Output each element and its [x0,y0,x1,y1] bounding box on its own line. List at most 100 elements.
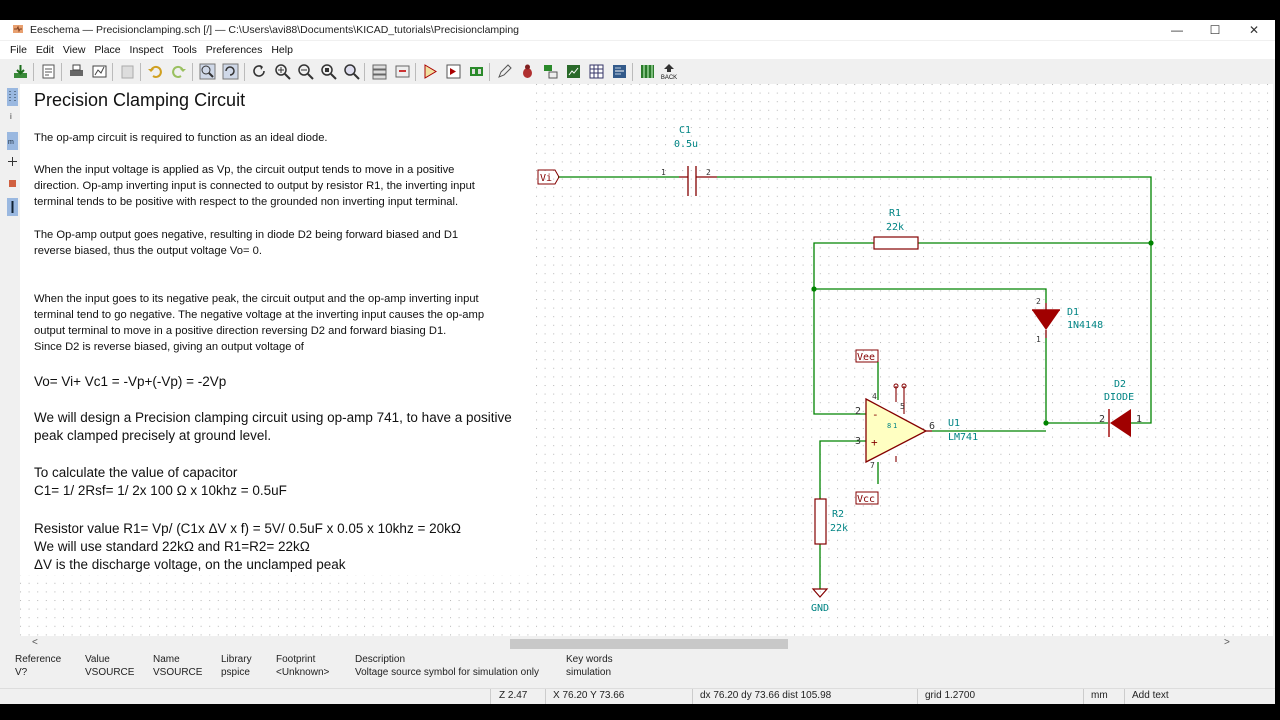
menu-tools[interactable]: Tools [172,41,197,56]
status-bar: Z 2.47 X 76.20 Y 73.66 dx 76.20 dy 73.66… [0,688,1275,704]
r1-value: 22k [886,222,904,233]
pcb-layout-icon[interactable] [611,63,628,80]
d2-pin-2: 2 [1099,414,1105,425]
plot-icon[interactable] [91,63,108,80]
back-label: BACK [660,75,678,81]
msg-label-reference: Reference [15,654,62,665]
leave-sheet-icon[interactable] [394,63,411,80]
power-label-vcc[interactable]: Vcc [855,491,879,505]
symbol-editor-icon[interactable] [422,63,439,80]
window-title: Eeschema — Precisionclamping.sch [/] — C… [30,24,520,36]
menu-place[interactable]: Place [94,41,120,56]
schematic-canvas[interactable]: Precision Clamping Circuit The op-amp ci… [20,84,1273,651]
find-replace-icon[interactable] [222,63,239,80]
power-label-vee[interactable]: Vee [855,349,879,384]
menu-help[interactable]: Help [271,41,293,56]
scrollbar-thumb[interactable] [510,639,788,649]
hierarchy-navigator-icon[interactable] [371,63,388,80]
status-mode: Add text [1132,690,1169,701]
redo-icon[interactable] [170,63,187,80]
d2-pin-1: 1 [1136,414,1142,425]
status-divider [1124,689,1125,704]
status-divider [545,689,546,704]
maximize-button[interactable]: ☐ [1195,20,1235,40]
status-divider [917,689,918,704]
netlist-icon[interactable] [588,63,605,80]
erc-icon[interactable] [519,63,536,80]
pcbnew-icon[interactable] [639,63,656,80]
zoom-out-icon[interactable] [297,63,314,80]
resistor-r1[interactable]: R1 22k [873,208,919,250]
u1-pin-6: 6 [929,421,935,432]
menu-file[interactable]: File [10,41,27,56]
toolbar-separator [61,63,62,81]
menu-inspect[interactable]: Inspect [130,41,164,56]
toolbar-separator [632,63,633,81]
print-icon[interactable] [68,63,85,80]
grid-toggle-icon[interactable] [7,88,18,106]
undo-icon[interactable] [147,63,164,80]
menu-view[interactable]: View [63,41,86,56]
vi-label-text: Vi [540,173,552,184]
annotate-icon[interactable] [496,63,513,80]
scroll-right-icon[interactable]: > [1224,637,1230,648]
menu-edit[interactable]: Edit [36,41,54,56]
d1-value: 1N4148 [1067,320,1103,331]
page-settings-icon[interactable] [40,63,57,80]
left-toolbar: i m [4,84,20,644]
msg-label-library: Library [221,654,252,665]
capacitor-c1[interactable]: C1 0.5u 1 2 [661,125,717,196]
opamp-u1[interactable]: - + 2 3 6 4 7 5 1 8 U1 LM741 [855,383,978,470]
c1-value: 0.5u [674,139,698,150]
paste-icon[interactable] [119,63,136,80]
status-divider [692,689,693,704]
zoom-selection-icon[interactable] [343,63,360,80]
d2-value: DIODE [1104,392,1134,403]
menu-preferences[interactable]: Preferences [206,41,263,56]
bus-entry-icon[interactable] [7,198,18,216]
u1-pin-5: 5 [900,402,905,411]
title-bar: Eeschema — Precisionclamping.sch [/] — C… [0,20,1275,40]
bom-icon[interactable] [565,63,582,80]
wires [558,176,1152,589]
input-label-vi[interactable]: Vi [537,169,560,185]
zoom-fit-icon[interactable] [320,63,337,80]
footprint-editor-icon[interactable] [468,63,485,80]
status-grid: grid 1.2700 [925,690,976,701]
message-panel: Reference V? Value VSOURCE Name VSOURCE … [0,652,1275,687]
u1-pin-3: 3 [855,436,861,447]
status-units: mm [1091,690,1108,701]
status-divider [1083,689,1084,704]
toolbar-separator [364,63,365,81]
assign-footprints-icon[interactable] [542,63,559,80]
u1-pin-4: 4 [872,392,877,401]
msg-value-keywords: simulation [566,667,612,678]
save-icon[interactable] [12,63,29,80]
mm-units-icon[interactable]: m [7,132,18,150]
back-button[interactable]: BACK [660,63,678,81]
minimize-button[interactable]: — [1157,20,1197,40]
status-delta-xy: dx 76.20 dy 73.66 dist 105.98 [700,690,832,701]
diode-d1[interactable]: D1 1N4148 2 1 [1032,297,1103,344]
back-icon [664,64,674,72]
resistor-r2[interactable]: R2 22k [814,498,848,545]
u1-plus-sign: + [871,436,878,449]
close-button[interactable]: ✕ [1234,20,1274,40]
status-zoom: Z 2.47 [499,690,528,701]
msg-value-value: VSOURCE [85,667,135,678]
units-icon[interactable]: i [7,110,18,121]
cursor-shape-icon[interactable] [7,156,18,167]
horizontal-scrollbar[interactable]: < > [20,636,1273,651]
zoom-in-icon[interactable] [274,63,291,80]
status-divider [490,689,491,704]
ground-symbol[interactable]: GND [811,588,829,614]
diode-d2[interactable]: D2 DIODE 2 1 [1099,379,1142,437]
hidden-pins-icon[interactable] [7,178,18,189]
symbol-browser-icon[interactable] [445,63,462,80]
vcc-label: Vcc [857,494,875,505]
refresh-icon[interactable] [251,63,268,80]
scroll-left-icon[interactable]: < [32,637,38,648]
find-icon[interactable] [199,63,216,80]
msg-value-name: VSOURCE [153,667,203,678]
svg-text:m: m [8,139,14,146]
